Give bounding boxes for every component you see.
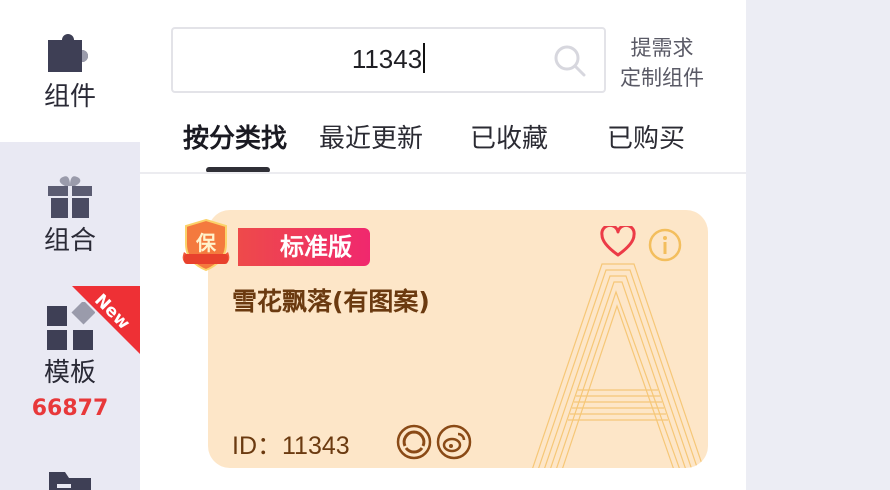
tab-bar: 按分类找 最近更新 已收藏 已购买: [170, 118, 720, 158]
text-caret: [423, 43, 426, 73]
aperture-share-icon[interactable]: [396, 424, 432, 460]
search-value: 11343: [351, 44, 423, 74]
folder-icon: [49, 472, 91, 490]
tab-by-category[interactable]: 按分类找: [183, 118, 287, 155]
puzzle-icon: [48, 34, 88, 72]
custom-request-link[interactable]: 提需求 定制组件: [618, 33, 706, 93]
heart-icon[interactable]: [600, 226, 636, 258]
custom-request-line1: 提需求: [630, 36, 694, 60]
tab-favorited[interactable]: 已收藏: [470, 118, 548, 155]
info-icon[interactable]: [648, 228, 682, 262]
sidebar: 组件 组合 New 模板 66877: [0, 0, 140, 490]
search-icon[interactable]: [554, 45, 586, 77]
right-background: [746, 0, 890, 490]
sidebar-item-label: 组件: [43, 82, 96, 112]
sidebar-item-more[interactable]: [0, 462, 140, 490]
app-window: 组件 组合 New 模板 66877 11343 提需求 定制组件 按分类找 最…: [0, 0, 890, 490]
main-panel: 11343 提需求 定制组件 按分类找 最近更新 已收藏 已购买 标准版 雪花飘…: [140, 0, 746, 490]
sidebar-item-combos[interactable]: 组合: [0, 142, 140, 282]
gift-icon: [48, 176, 92, 218]
sidebar-item-templates[interactable]: New 模板 66877: [0, 286, 140, 450]
new-badge: New: [72, 286, 140, 354]
template-count: 66877: [31, 396, 109, 421]
sidebar-item-label: 组合: [43, 226, 96, 256]
search-input[interactable]: 11343: [171, 27, 606, 93]
weibo-icon[interactable]: [436, 424, 472, 460]
card-id: ID：11343: [232, 432, 350, 460]
card-title: 雪花飘落(有图案): [232, 287, 430, 316]
sidebar-item-components[interactable]: 组件: [0, 0, 140, 142]
sidebar-item-label: 模板: [43, 358, 96, 388]
guarantee-glyph: 保: [195, 231, 217, 255]
edition-badge: 标准版: [238, 228, 370, 266]
custom-request-line2: 定制组件: [620, 66, 704, 90]
tab-purchased[interactable]: 已购买: [607, 118, 685, 155]
tab-recent[interactable]: 最近更新: [319, 118, 423, 155]
component-card[interactable]: 标准版 雪花飘落(有图案) ID：11343: [208, 210, 708, 468]
guarantee-shield-icon: 保: [182, 218, 230, 272]
divider: [140, 172, 746, 174]
letter-a-decoration: [532, 263, 704, 468]
